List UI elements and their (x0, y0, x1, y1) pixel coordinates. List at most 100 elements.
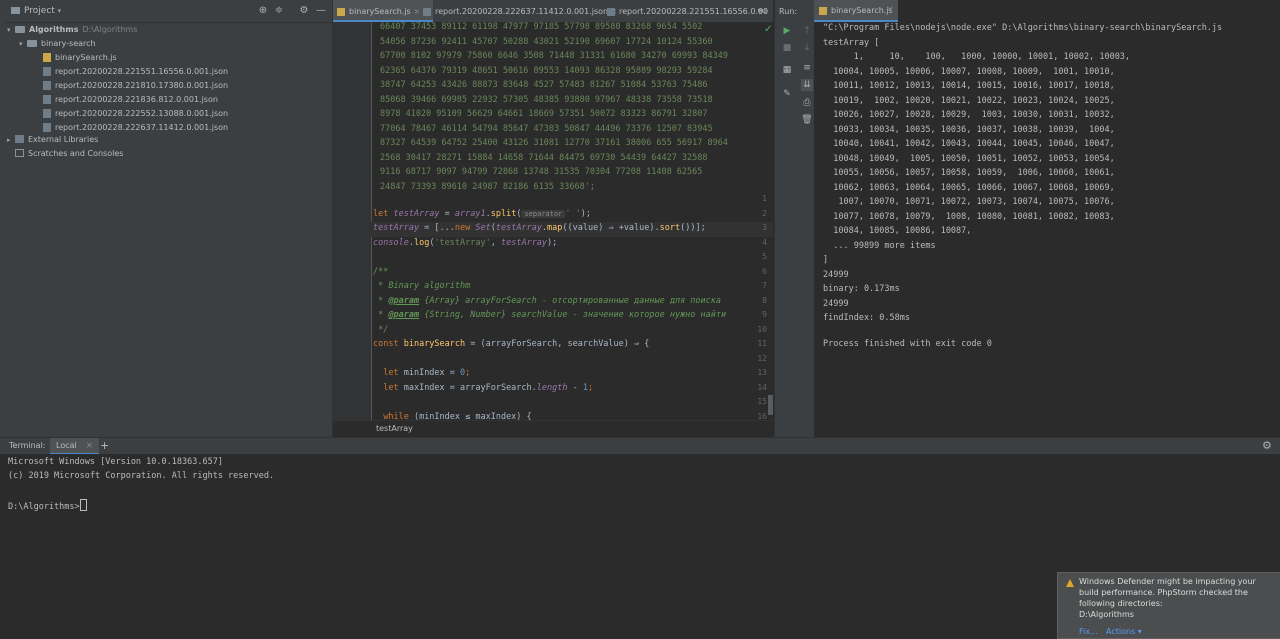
json-file-icon (43, 95, 51, 104)
down-icon[interactable]: ↓ (801, 42, 813, 54)
code-line: 38747 64253 43426 88873 83648 4527 57483… (380, 80, 708, 90)
code-line: 62365 64376 79319 48651 50616 89553 1409… (380, 65, 713, 76)
tree-item-file[interactable]: report.20200228.222552.13088.0.001.json (43, 107, 228, 121)
breadcrumb[interactable]: testArray (333, 420, 773, 438)
tree-item-external-libraries[interactable]: ▸ External Libraries (7, 133, 98, 147)
code-line: 85068 39466 69985 22932 57305 48385 9388… (380, 94, 713, 105)
tree-item-file[interactable]: binarySearch.js (43, 51, 117, 65)
output-line: 10004, 10005, 10006, 10007, 10008, 10009… (823, 66, 1115, 77)
output-line: 10033, 10034, 10035, 10036, 10037, 10038… (823, 124, 1115, 135)
line-number: 16 (757, 411, 767, 421)
line-number: 4 (762, 237, 767, 247)
line-number: 15 (757, 397, 767, 406)
terminal-cursor (79, 499, 87, 511)
actions-link[interactable]: Actions ▾ (1106, 627, 1142, 636)
collapse-icon[interactable]: ≑ (273, 5, 285, 17)
code-line: /** (373, 266, 389, 277)
js-file-icon (43, 53, 51, 62)
tab-overflow-icon[interactable]: ≡₂ (757, 6, 767, 15)
tab-report-json[interactable]: report.20200228.222637.11412.0.001.json … (419, 0, 617, 22)
output-line: 10062, 10063, 10064, 10065, 10066, 10067… (823, 182, 1115, 193)
json-file-icon (43, 81, 51, 90)
output-line: 1, 10, 100, 1000, 10000, 10001, 10002, 1… (823, 52, 1131, 62)
output-line: "C:\Program Files\nodejs\node.exe" D:\Al… (823, 23, 1223, 33)
library-icon (15, 135, 24, 143)
code-editor[interactable]: 66407 37453 89112 61198 47977 97185 5779… (333, 22, 773, 420)
layout-icon[interactable]: ▦ (781, 64, 793, 76)
code-line: * @param {Array} arrayForSearch - отсорт… (373, 295, 722, 306)
locate-icon[interactable]: ⊕ (257, 5, 269, 17)
line-number: 12 (757, 353, 767, 363)
code-line: 9116 68717 9097 94799 72868 13748 31535 … (380, 167, 703, 177)
parameter-hint: separator (521, 209, 566, 218)
json-file-icon (607, 8, 615, 16)
line-number: 5 (762, 252, 767, 261)
notification-text: Windows Defender might be impacting your (1079, 577, 1256, 586)
js-file-icon (819, 7, 827, 15)
tab-local[interactable]: Local × (50, 438, 100, 455)
json-file-icon (43, 123, 51, 132)
project-title[interactable]: Project ▾ (11, 6, 61, 16)
check-icon: ✓ (764, 24, 773, 35)
terminal-header: Terminal: Local × + ⚙ (0, 437, 1280, 455)
line-number: 1 (762, 194, 767, 203)
output-line: testArray [ (823, 37, 880, 48)
output-line: 24999 (823, 298, 849, 309)
tree-item-file[interactable]: report.20200228.221836.812.0.001.json (43, 93, 218, 107)
folder-icon (27, 40, 37, 47)
output-line: binary: 0.173ms (823, 284, 900, 294)
line-number: 3 (762, 223, 767, 232)
fix-link[interactable]: Fix... (1079, 627, 1098, 636)
code-line: while (minIndex ≤ maxIndex) { (373, 411, 532, 421)
terminal-line: (c) 2019 Microsoft Corporation. All righ… (8, 471, 275, 481)
gear-icon[interactable]: ⚙ (1262, 439, 1272, 452)
json-file-icon (43, 109, 51, 118)
tab-binarysearch-js[interactable]: binarySearch.js × (333, 0, 433, 22)
tree-item-root[interactable]: ▾ Algorithms D:\Algorithms (7, 23, 137, 37)
tree-item-file[interactable]: report.20200228.221551.16556.0.001.json (43, 65, 228, 79)
line-gutter (333, 22, 372, 420)
notification-text: build performance. PhpStorm checked the (1079, 588, 1248, 597)
code-line: 24847 73393 89610 24987 82186 6135 33668… (380, 181, 595, 192)
folder-icon (15, 26, 25, 33)
print-icon[interactable]: ⎙ (801, 97, 813, 109)
hide-icon[interactable]: — (315, 5, 327, 17)
code-line: * Binary algorithm (373, 281, 471, 291)
soft-wrap-icon[interactable]: ≡ (801, 62, 813, 74)
terminal-line: Microsoft Windows [Version 10.0.18363.65… (8, 457, 223, 467)
code-line: console.log('testArray', testArray); (373, 237, 558, 248)
warning-icon (1066, 579, 1074, 587)
terminal-prompt: D:\Algorithms> (8, 499, 87, 512)
js-file-icon (337, 8, 345, 16)
notification-balloon: Windows Defender might be impacting your… (1057, 572, 1280, 639)
tab-report-json-2[interactable]: report.20200228.221551.16556.0.00 (603, 0, 769, 22)
code-line: const binarySearch = (arrayForSearch, se… (373, 339, 650, 349)
close-icon[interactable]: × (886, 5, 894, 15)
project-panel-header: Project ▾ ⊕ ≑ ⚙ — (5, 0, 332, 23)
close-icon[interactable]: × (86, 441, 94, 451)
code-line: 87327 64539 64752 25400 43126 31081 1277… (380, 138, 728, 148)
tree-item-scratches[interactable]: Scratches and Consoles (15, 147, 123, 161)
tree-item-file[interactable]: report.20200228.221810.17380.0.001.json (43, 79, 228, 93)
up-icon[interactable]: ↑ (801, 25, 813, 37)
code-line: let maxIndex = arrayForSearch.length - 1… (373, 382, 594, 393)
editor-tab-bar: binarySearch.js × report.20200228.222637… (333, 0, 773, 23)
gear-icon[interactable]: ⚙ (298, 5, 310, 17)
output-line: Process finished with exit code 0 (823, 339, 992, 349)
tree-item-folder[interactable]: ▾ binary-search (19, 37, 96, 51)
rerun-icon[interactable]: ▶ (781, 25, 793, 37)
trash-icon[interactable]: 🗑 (801, 114, 813, 126)
stop-icon[interactable]: ■ (781, 42, 793, 54)
code-line: testArray = [...new Set(testArray.map((v… (373, 223, 706, 233)
pin-icon[interactable]: ✎ (781, 88, 793, 100)
output-line: 10084, 10085, 10086, 10087, (823, 226, 972, 236)
editor-scrollbar[interactable] (768, 395, 773, 415)
output-line: 24999 (823, 269, 849, 280)
output-line: 10055, 10056, 10057, 10058, 10059, 1006,… (823, 168, 1115, 178)
add-terminal-button[interactable]: + (100, 439, 109, 452)
code-line: 2568 30417 28271 15884 14658 71644 84475… (380, 152, 708, 163)
run-tab[interactable]: binarySearch.js × (814, 0, 898, 22)
output-line: 10026, 10027, 10028, 10029, 1003, 10030,… (823, 110, 1115, 120)
scroll-to-end-icon[interactable]: ⇊ (801, 79, 813, 91)
output-line: ] (823, 255, 829, 265)
